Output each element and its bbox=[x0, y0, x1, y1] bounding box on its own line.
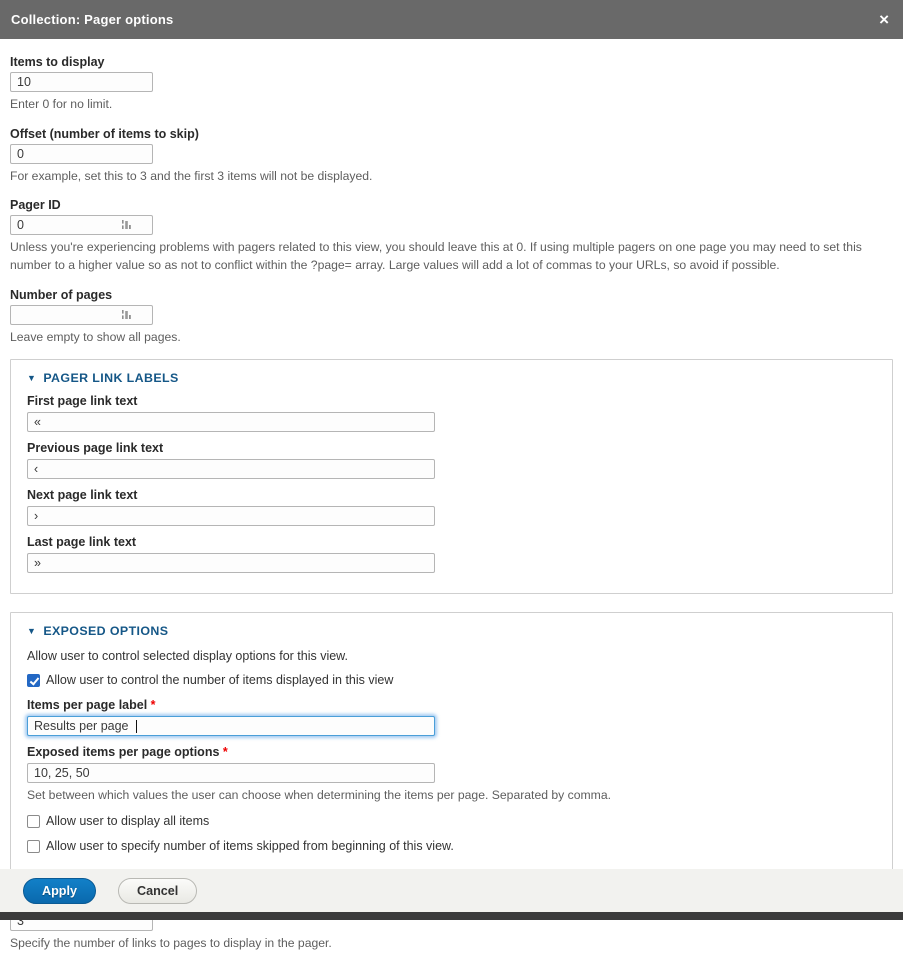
modal-footer: Apply Cancel bbox=[0, 869, 903, 912]
offset-label: Offset (number of items to skip) bbox=[10, 127, 893, 141]
next-page-link-input[interactable] bbox=[27, 506, 435, 526]
last-page-link-label: Last page link text bbox=[27, 535, 876, 549]
specify-skipped-checkbox-label[interactable]: Allow user to specify number of items sk… bbox=[46, 839, 454, 853]
pager-link-labels-legend-text: PAGER LINK LABELS bbox=[43, 371, 178, 385]
items-to-display-help: Enter 0 for no limit. bbox=[10, 96, 893, 114]
exposed-items-options-input[interactable] bbox=[27, 763, 435, 783]
specify-skipped-checkbox[interactable] bbox=[27, 840, 40, 853]
previous-page-link-input[interactable] bbox=[27, 459, 435, 479]
control-items-checkbox-label[interactable]: Allow user to control the number of item… bbox=[46, 673, 393, 687]
required-marker: * bbox=[151, 698, 156, 712]
items-to-display-input[interactable] bbox=[10, 72, 153, 92]
collapse-triangle-icon: ▼ bbox=[27, 626, 36, 636]
field-pager-id: Pager ID Unless you're experiencing prob… bbox=[10, 198, 893, 274]
exposed-options-fieldset: ▼ EXPOSED OPTIONS Allow user to control s… bbox=[10, 612, 893, 876]
checkbox-row-specify-skipped: Allow user to specify number of items sk… bbox=[27, 839, 876, 853]
cancel-button[interactable]: Cancel bbox=[118, 878, 197, 904]
display-all-checkbox-label[interactable]: Allow user to display all items bbox=[46, 814, 209, 828]
field-number-of-pages: Number of pages Leave empty to show all … bbox=[10, 288, 893, 347]
field-items-per-page-label: Items per page label * bbox=[27, 698, 876, 736]
field-last-page-link: Last page link text bbox=[27, 535, 876, 573]
first-page-link-label: First page link text bbox=[27, 394, 876, 408]
modal-header: Collection: Pager options × bbox=[0, 0, 903, 39]
field-previous-page-link: Previous page link text bbox=[27, 441, 876, 479]
page-background-bar bbox=[0, 912, 903, 920]
text-caret bbox=[136, 720, 137, 733]
checkbox-row-control-items: Allow user to control the number of item… bbox=[27, 673, 876, 687]
previous-page-link-label: Previous page link text bbox=[27, 441, 876, 455]
items-per-page-label-text: Items per page label bbox=[27, 698, 147, 712]
items-per-page-label-input[interactable] bbox=[27, 716, 435, 736]
next-page-link-label: Next page link text bbox=[27, 488, 876, 502]
pager-link-labels-legend[interactable]: ▼ PAGER LINK LABELS bbox=[27, 366, 876, 394]
exposed-options-legend-text: EXPOSED OPTIONS bbox=[43, 624, 168, 638]
pager-link-labels-fieldset: ▼PAGER LINK LABELS First page link text … bbox=[10, 359, 893, 594]
first-page-link-input[interactable] bbox=[27, 412, 435, 432]
pager-id-help: Unless you're experiencing problems with… bbox=[10, 239, 890, 274]
pager-id-label: Pager ID bbox=[10, 198, 893, 212]
number-of-pages-input[interactable] bbox=[10, 305, 153, 325]
offset-help: For example, set this to 3 and the first… bbox=[10, 168, 893, 186]
number-of-pager-links-help: Specify the number of links to pages to … bbox=[10, 935, 893, 953]
collapse-triangle-icon: ▼ bbox=[27, 373, 36, 383]
checkbox-row-display-all: Allow user to display all items bbox=[27, 814, 876, 828]
number-of-pages-help: Leave empty to show all pages. bbox=[10, 329, 893, 347]
field-offset: Offset (number of items to skip) For exa… bbox=[10, 127, 893, 186]
field-exposed-items-options: Exposed items per page options * Set bet… bbox=[27, 745, 876, 805]
required-marker: * bbox=[223, 745, 228, 759]
number-of-pages-label: Number of pages bbox=[10, 288, 893, 302]
exposed-items-options-help: Set between which values the user can ch… bbox=[27, 787, 876, 805]
field-next-page-link: Next page link text bbox=[27, 488, 876, 526]
exposed-items-options-label-text: Exposed items per page options bbox=[27, 745, 219, 759]
pager-id-input[interactable] bbox=[10, 215, 153, 235]
offset-input[interactable] bbox=[10, 144, 153, 164]
display-all-checkbox[interactable] bbox=[27, 815, 40, 828]
field-first-page-link: First page link text bbox=[27, 394, 876, 432]
control-items-checkbox[interactable] bbox=[27, 674, 40, 687]
pager-options-form: Items to display Enter 0 for no limit. O… bbox=[0, 39, 903, 953]
field-items-to-display: Items to display Enter 0 for no limit. bbox=[10, 55, 893, 114]
apply-button[interactable]: Apply bbox=[23, 878, 96, 904]
exposed-options-legend[interactable]: ▼ EXPOSED OPTIONS bbox=[27, 619, 876, 647]
exposed-options-description: Allow user to control selected display o… bbox=[27, 649, 876, 663]
items-to-display-label: Items to display bbox=[10, 55, 893, 69]
modal-title: Collection: Pager options bbox=[11, 12, 173, 27]
close-icon[interactable]: × bbox=[879, 11, 889, 28]
last-page-link-input[interactable] bbox=[27, 553, 435, 573]
